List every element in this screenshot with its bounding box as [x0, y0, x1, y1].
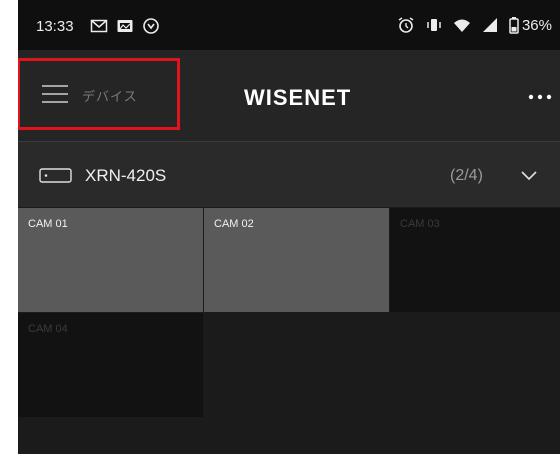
photo-icon: [117, 20, 133, 32]
hamburger-icon: [42, 85, 68, 103]
menu-button[interactable]: デバイス: [18, 59, 180, 129]
camera-label: CAM 04: [28, 323, 68, 335]
status-time: 13:33: [36, 18, 74, 35]
camera-tile-cam03[interactable]: CAM 03: [390, 208, 560, 312]
vibrate-icon: [427, 19, 441, 31]
status-bar: 13:33 36%: [18, 0, 560, 50]
chevron-down-icon[interactable]: [520, 168, 538, 182]
camera-tile-cam04[interactable]: CAM 04: [18, 313, 203, 417]
camera-label: CAM 03: [400, 218, 440, 230]
signal-icon: [482, 18, 497, 32]
device-name: XRN-420S: [85, 166, 167, 185]
battery-percent: 36%: [521, 16, 552, 34]
camera-label: CAM 01: [28, 218, 68, 230]
wisenet-logo: WISENET: [244, 85, 352, 110]
phone-screen: 13:33 36% デバイス WISENET XRN-420S (2/4) CA…: [18, 0, 560, 454]
gmail-icon: [90, 19, 108, 33]
sync-icon: [143, 18, 159, 34]
camera-label: CAM 02: [214, 218, 254, 230]
alarm-icon: [398, 17, 414, 33]
more-options-icon[interactable]: [526, 83, 554, 111]
camera-tile-cam01[interactable]: CAM 01: [18, 208, 203, 312]
camera-tile-cam02[interactable]: CAM 02: [204, 208, 389, 312]
device-page-indicator: (2/4): [450, 167, 483, 184]
nvr-device-icon: [39, 168, 72, 183]
menu-label: デバイス: [82, 89, 138, 104]
device-selector[interactable]: XRN-420S (2/4): [18, 142, 560, 207]
wifi-icon: [453, 19, 470, 32]
app-bar: デバイス WISENET: [18, 50, 560, 142]
battery-icon: [509, 17, 519, 34]
